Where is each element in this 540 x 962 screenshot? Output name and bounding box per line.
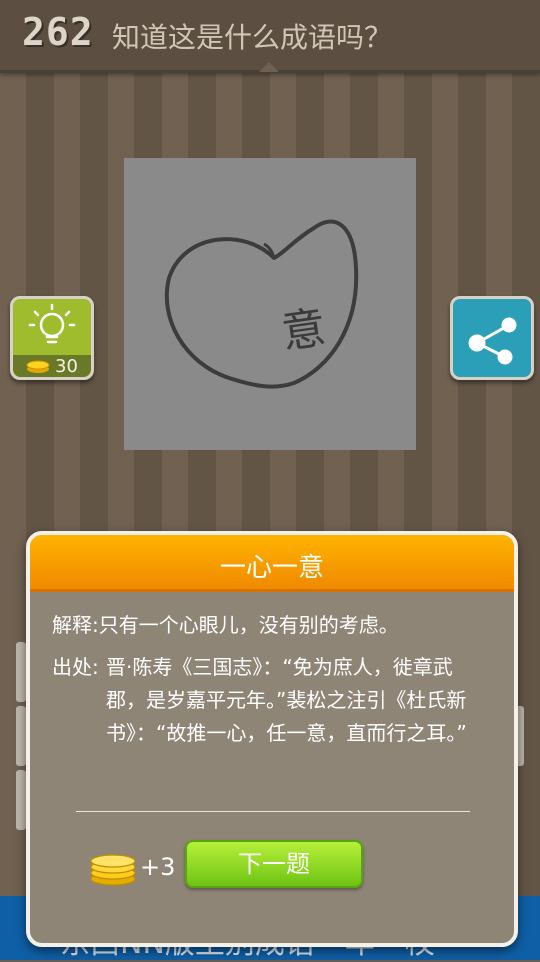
hint-button[interactable]: 30: [10, 296, 94, 380]
source-text: 晋·陈寿《三国志》：“免为庶人，徙章武郡，是岁嘉平元年。”裴松之注引《杜氏新书》…: [106, 655, 467, 745]
explanation-text: 只有一个心眼儿，没有别的考虑。: [98, 613, 399, 637]
lightbulb-icon: [28, 303, 76, 344]
header-pointer: [259, 62, 279, 72]
explanation-label: 解释:: [52, 613, 99, 637]
left-tab: [16, 642, 26, 702]
next-question-button[interactable]: 下一题: [185, 840, 363, 888]
puzzle-image: 意: [124, 158, 416, 450]
left-tab: [16, 770, 26, 830]
drawn-character: 意: [278, 302, 329, 359]
share-icon: [468, 317, 517, 365]
heart-with-character-icon: 意: [164, 219, 359, 389]
level-number: 262: [22, 10, 94, 54]
idiom-title: 一心一意: [219, 553, 324, 583]
hint-cost: 30: [55, 356, 78, 377]
left-tab: [16, 706, 26, 766]
hint-cost-bar: 30: [13, 355, 91, 377]
source-label: 出处:: [52, 655, 99, 679]
share-button[interactable]: [450, 296, 534, 380]
question-text: 知道这是什么成语吗？: [112, 21, 393, 54]
coin-icon: [26, 360, 50, 373]
coin-stack-icon: [90, 854, 136, 886]
answer-dialog: 一心一意 解释:只有一个心眼儿，没有别的考虑。 出处: 晋·陈寿《三国志》：“免…: [26, 531, 518, 947]
divider: [76, 811, 470, 812]
dialog-header: 一心一意: [30, 535, 514, 592]
explanation-row: 解释:只有一个心眼儿，没有别的考虑。: [52, 609, 399, 638]
reward-amount: +3: [140, 853, 176, 881]
